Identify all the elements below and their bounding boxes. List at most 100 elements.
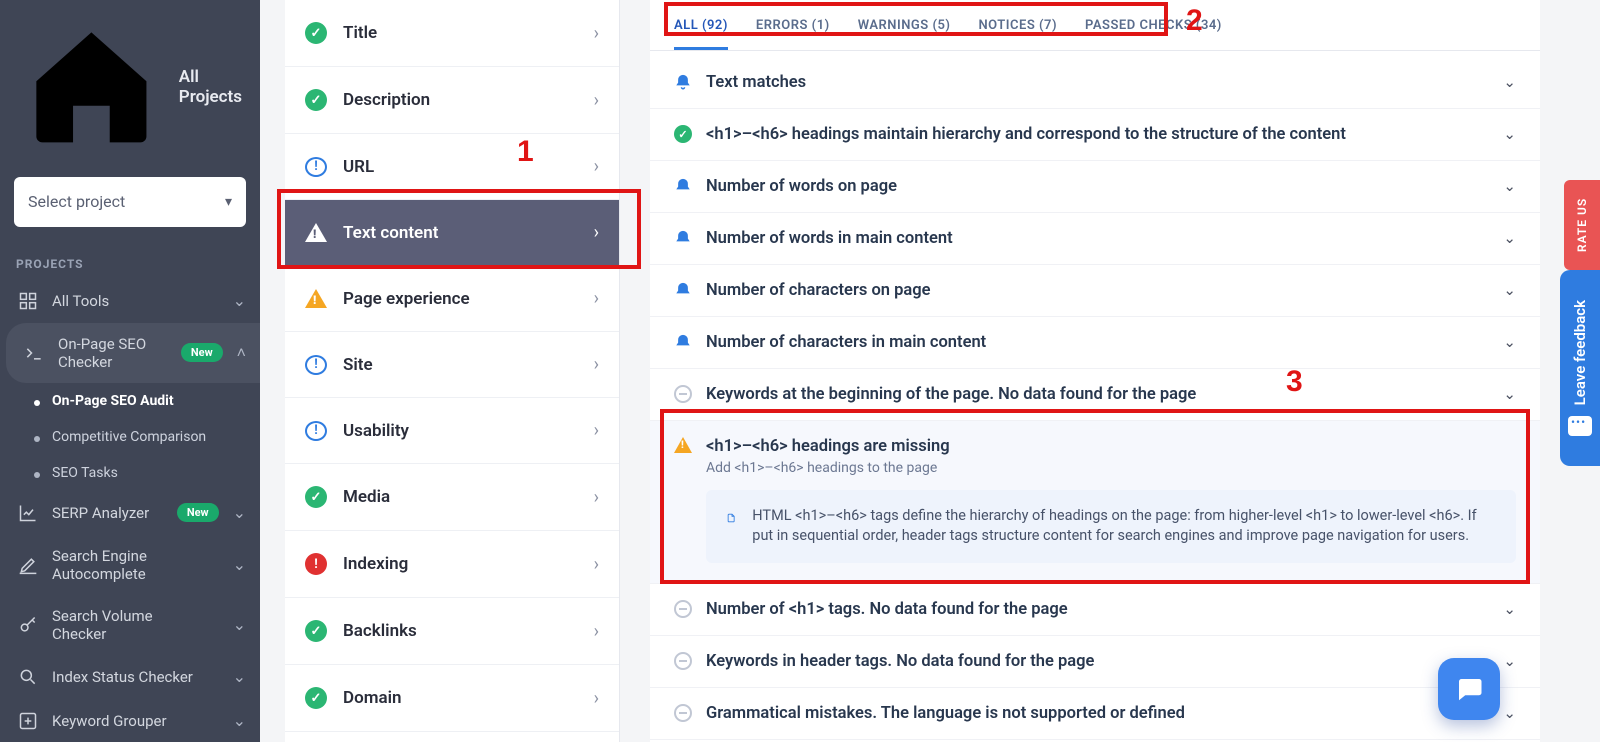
check-kw-headers[interactable]: Keywords in header tags. No data found f… — [650, 636, 1540, 688]
tab-count: 5 — [937, 18, 945, 33]
check-num-h1[interactable]: Number of <h1> tags. No data found for t… — [650, 584, 1540, 636]
chevron-down-icon: ⌄ — [1503, 704, 1516, 722]
tab-count: 1 — [817, 18, 825, 33]
file-icon — [726, 506, 736, 530]
feedback-rail[interactable]: Leave feedback — [1560, 270, 1600, 466]
info-icon: ! — [305, 157, 327, 177]
nav-all-projects-label: All Projects — [179, 67, 242, 107]
sidebar-label: SERP Analyzer — [52, 504, 163, 522]
new-badge: New — [181, 343, 223, 362]
plus-square-icon — [18, 711, 38, 731]
chat-bubble-icon — [1568, 416, 1592, 436]
check-title: Text matches — [706, 73, 1489, 92]
search-icon — [18, 667, 38, 687]
check-title: Number of characters in main content — [706, 333, 1489, 352]
check-title: Keywords at the beginning of the page. N… — [706, 385, 1489, 404]
sidebar-label: On-Page SEO Checker — [58, 335, 167, 371]
check-grammar[interactable]: Grammatical mistakes. The language is no… — [650, 688, 1540, 740]
chevron-down-icon: ⌄ — [1503, 652, 1516, 670]
terminal-icon — [24, 343, 44, 363]
category-item-domain[interactable]: ✓Domain› — [285, 665, 619, 732]
pencil-icon — [18, 555, 38, 575]
check-hint: HTML <h1>–<h6> tags define the hierarchy… — [706, 490, 1516, 563]
chat-fab[interactable] — [1438, 658, 1500, 720]
notice-icon — [674, 177, 692, 195]
chevron-right-icon: › — [594, 156, 599, 177]
check-words-main[interactable]: Number of words in main content ⌄ — [650, 213, 1540, 265]
rate-us-rail[interactable]: RATE US — [1564, 180, 1600, 270]
category-item-title[interactable]: ✓Title› — [285, 0, 619, 67]
check-chars-main[interactable]: Number of characters in main content ⌄ — [650, 317, 1540, 369]
tab-label: ERRORS — [756, 18, 808, 33]
category-item-description[interactable]: ✓ Description › — [285, 67, 619, 134]
check-icon: ✓ — [305, 620, 327, 642]
sidebar-item-onpage-seo-checker[interactable]: On-Page SEO Checker New ˄ — [6, 323, 260, 383]
error-icon: ! — [305, 553, 327, 575]
chevron-right-icon: › — [594, 420, 599, 441]
category-item-url[interactable]: !URL› — [285, 134, 619, 200]
category-item-pageexp[interactable]: Page experience› — [285, 266, 619, 332]
check-hint-text: HTML <h1>–<h6> tags define the hierarchy… — [752, 506, 1496, 547]
warning-icon — [305, 289, 327, 308]
sidebar-label: Search Engine Autocomplete — [52, 547, 182, 583]
nav-all-projects[interactable]: All Projects — [0, 0, 260, 171]
project-select[interactable]: Select project ▾ — [14, 177, 246, 227]
sidebar-label: Keyword Grouper — [52, 712, 219, 730]
chevron-right-icon: › — [594, 354, 599, 375]
info-icon: ! — [305, 421, 327, 441]
pass-icon: ✓ — [674, 125, 692, 143]
category-label: Title — [343, 23, 578, 43]
chevron-down-icon: ▾ — [225, 194, 232, 210]
check-title: Number of characters on page — [706, 281, 1489, 300]
chat-icon — [1454, 674, 1484, 704]
sidebar-item-autocomplete[interactable]: Search Engine Autocomplete ⌄ — [0, 535, 260, 595]
category-item-site[interactable]: !Site› — [285, 332, 619, 398]
tab-warnings[interactable]: WARNINGS (5) — [858, 10, 951, 50]
category-item-backlinks[interactable]: ✓Backlinks› — [285, 598, 619, 665]
tab-count: 92 — [707, 18, 723, 33]
category-label: Page experience — [343, 289, 578, 309]
tab-passed[interactable]: PASSED CHECKS (34) — [1085, 10, 1222, 50]
sidebar-sub-competitive[interactable]: Competitive Comparison — [0, 419, 260, 455]
chevron-down-icon: ⌄ — [1503, 333, 1516, 351]
check-icon: ✓ — [305, 89, 327, 111]
category-label: Indexing — [343, 554, 578, 574]
tab-all[interactable]: ALL (92) — [674, 10, 728, 50]
check-text-matches[interactable]: Text matches ⌄ — [650, 57, 1540, 109]
categories-panel: ✓Title›✓Description›!URL›Text content›Pa… — [285, 0, 620, 742]
home-icon — [18, 14, 165, 161]
sidebar-label: Search Volume Checker — [52, 607, 172, 643]
tab-notices[interactable]: NOTICES (7) — [978, 10, 1057, 50]
sidebar-item-keyword-grouper[interactable]: Keyword Grouper ⌄ — [0, 699, 260, 742]
sidebar-heading-projects: PROJECTS — [0, 247, 260, 279]
sidebar-label: All Tools — [52, 292, 219, 310]
category-label: Description — [343, 90, 578, 110]
category-item-media[interactable]: ✓Media› — [285, 464, 619, 531]
chevron-down-icon: ⌄ — [233, 667, 246, 686]
sidebar-item-index-status[interactable]: Index Status Checker ⌄ — [0, 655, 260, 699]
check-kw-begin[interactable]: Keywords at the beginning of the page. N… — [650, 369, 1540, 421]
tab-errors[interactable]: ERRORS (1) — [756, 10, 830, 50]
sidebar-sub-onpage-audit[interactable]: On-Page SEO Audit — [0, 383, 260, 419]
chevron-down-icon: ⌄ — [233, 291, 246, 310]
skip-icon — [674, 652, 692, 670]
sidebar-item-all-tools[interactable]: All Tools ⌄ — [0, 279, 260, 323]
category-item-indexing[interactable]: !Indexing› — [285, 531, 619, 598]
check-headings-hierarchy[interactable]: ✓ <h1>–<h6> headings maintain hierarchy … — [650, 109, 1540, 161]
sidebar-sub-seo-tasks[interactable]: SEO Tasks — [0, 455, 260, 491]
sidebar-label: Index Status Checker — [52, 668, 219, 686]
check-icon: ✓ — [305, 687, 327, 709]
chevron-right-icon: › — [594, 487, 599, 508]
sidebar-item-volume-checker[interactable]: Search Volume Checker ⌄ — [0, 595, 260, 655]
check-title: Grammatical mistakes. The language is no… — [706, 704, 1489, 723]
category-item-usability[interactable]: !Usability› — [285, 398, 619, 464]
tab-count: 7 — [1044, 18, 1052, 33]
chevron-right-icon: › — [594, 23, 599, 44]
sidebar-item-serp-analyzer[interactable]: SERP Analyzer New ⌄ — [0, 491, 260, 535]
check-chars-page[interactable]: Number of characters on page ⌄ — [650, 265, 1540, 317]
check-words-page[interactable]: Number of words on page ⌄ — [650, 161, 1540, 213]
warning-icon — [674, 437, 692, 453]
check-headings-missing[interactable]: <h1>–<h6> headings are missing Add <h1>–… — [650, 421, 1540, 584]
category-item-text[interactable]: Text content› — [285, 200, 619, 266]
chevron-right-icon: › — [594, 90, 599, 111]
